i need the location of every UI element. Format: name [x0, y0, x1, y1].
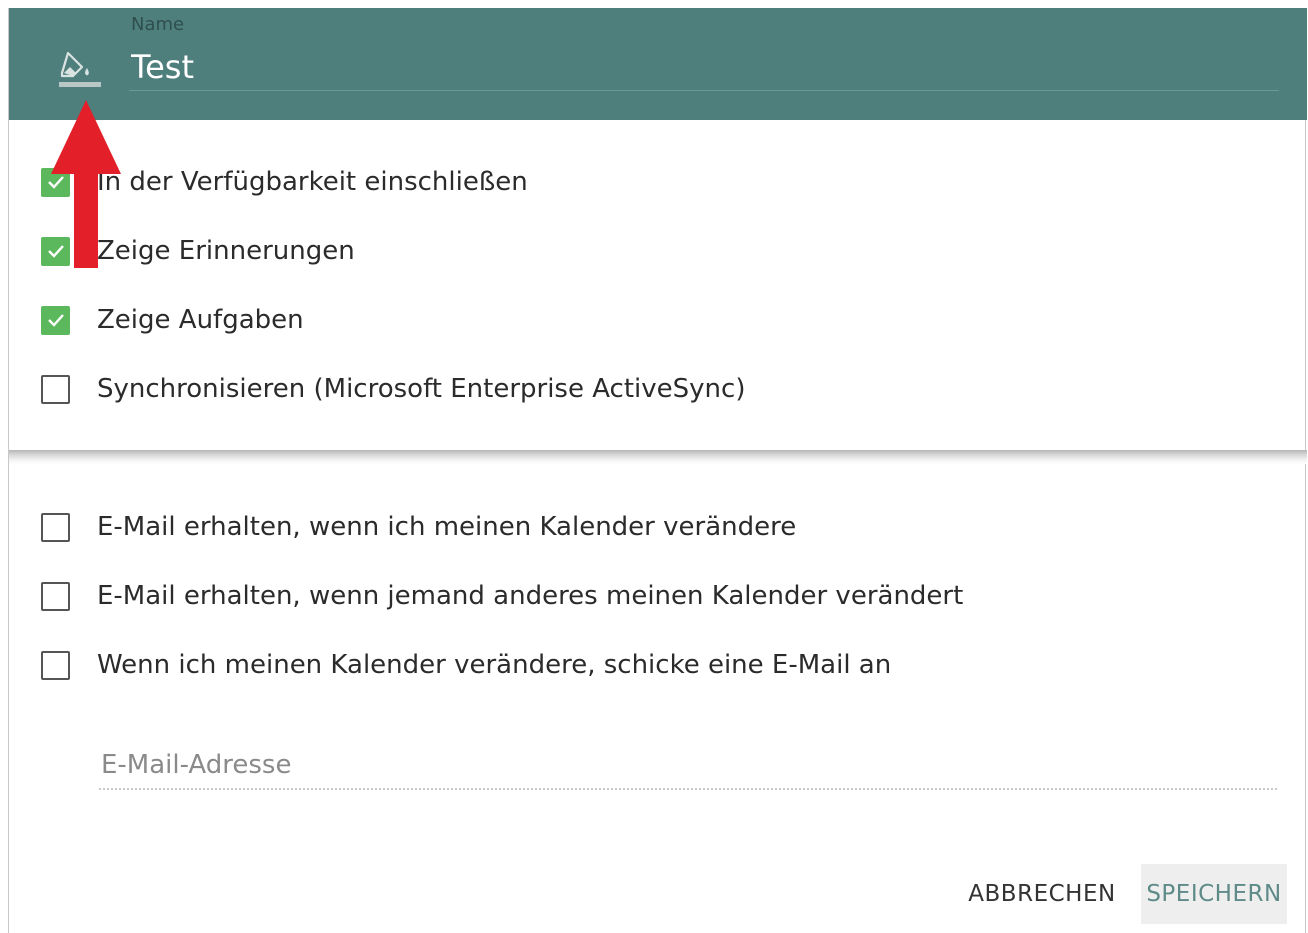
option-label: In der Verfügbarkeit einschließen — [97, 167, 528, 197]
checkmark-icon — [47, 176, 64, 189]
option-show-tasks[interactable]: Zeige Aufgaben — [41, 300, 304, 340]
dialog-header: Name — [9, 8, 1307, 120]
option-label: Zeige Aufgaben — [97, 305, 304, 335]
section-divider — [9, 450, 1307, 464]
calendar-color-button[interactable] — [57, 46, 105, 94]
name-field-label: Name — [131, 14, 185, 35]
option-email-own-change[interactable]: E-Mail erhalten, wenn ich meinen Kalende… — [41, 507, 796, 547]
email-own-change-checkbox[interactable] — [41, 512, 70, 542]
activesync-checkbox[interactable] — [41, 374, 70, 404]
option-label: Zeige Erinnerungen — [97, 236, 355, 266]
option-show-reminders[interactable]: Zeige Erinnerungen — [41, 231, 355, 271]
save-button[interactable]: SPEICHERN — [1141, 864, 1287, 924]
option-label: E-Mail erhalten, wenn jemand anderes mei… — [97, 581, 964, 611]
option-label: E-Mail erhalten, wenn ich meinen Kalende… — [97, 512, 797, 542]
cancel-button[interactable]: ABBRECHEN — [968, 864, 1115, 924]
calendar-name-input[interactable] — [129, 44, 1279, 91]
include-availability-checkbox[interactable] — [41, 167, 70, 197]
show-tasks-checkbox[interactable] — [41, 305, 70, 335]
option-include-availability[interactable]: In der Verfügbarkeit einschließen — [41, 162, 528, 202]
option-label: Wenn ich meinen Kalender verändere, schi… — [97, 650, 892, 680]
option-label: Synchronisieren (Microsoft Enterprise Ac… — [97, 374, 746, 404]
option-send-email-to[interactable]: Wenn ich meinen Kalender verändere, schi… — [41, 645, 891, 685]
option-activesync[interactable]: Synchronisieren (Microsoft Enterprise Ac… — [41, 369, 745, 409]
email-address-input[interactable] — [99, 742, 1277, 790]
checkmark-icon — [47, 314, 64, 327]
send-email-to-checkbox[interactable] — [41, 650, 70, 680]
option-email-other-change[interactable]: E-Mail erhalten, wenn jemand anderes mei… — [41, 576, 963, 616]
checkmark-icon — [47, 245, 64, 258]
calendar-properties-dialog: Name In der Verfügbarkeit einschließen Z… — [8, 8, 1307, 933]
show-reminders-checkbox[interactable] — [41, 236, 70, 266]
email-other-change-checkbox[interactable] — [41, 581, 70, 611]
paint-bucket-icon — [59, 51, 101, 87]
